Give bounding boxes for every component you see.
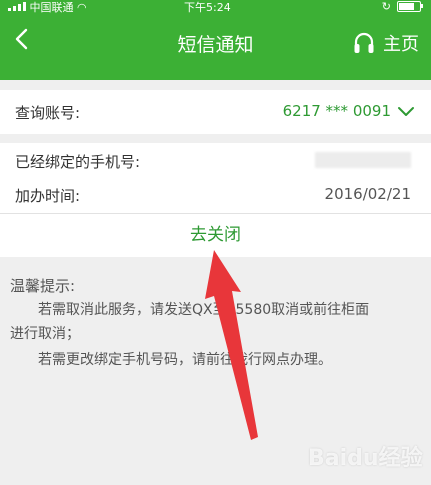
watermark: Baidu经验 xyxy=(308,446,423,471)
annotation-arrow xyxy=(205,250,258,440)
